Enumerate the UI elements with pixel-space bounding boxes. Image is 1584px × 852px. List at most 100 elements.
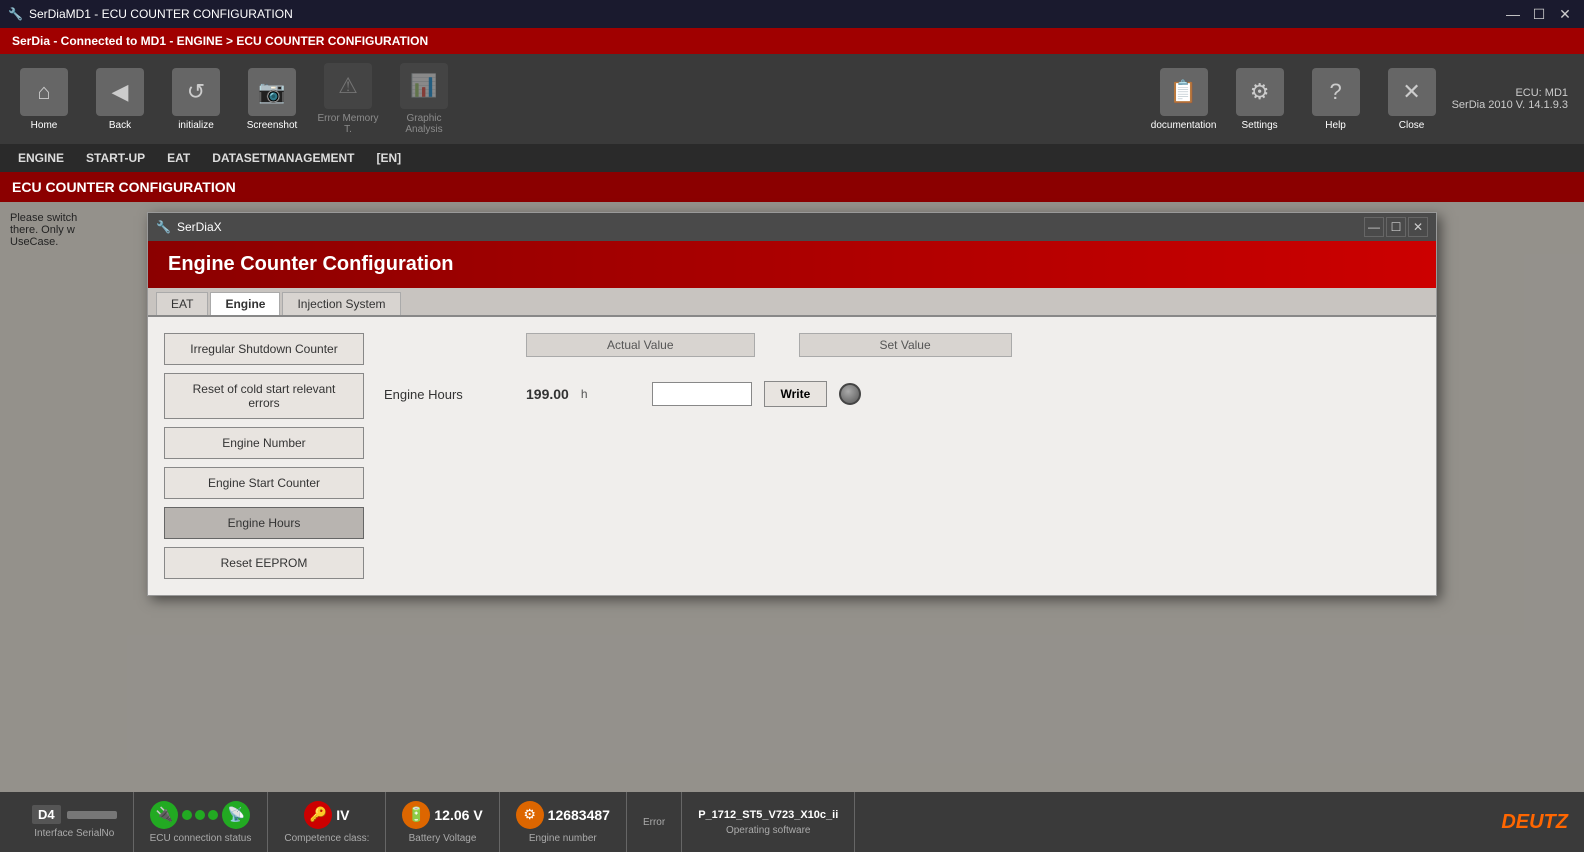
tab-engine[interactable]: Engine <box>210 292 280 315</box>
modal-controls[interactable]: — ☐ ✕ <box>1364 217 1428 237</box>
settings-label: Settings <box>1242 120 1278 131</box>
modal-titlebar: 🔧 SerDiaX — ☐ ✕ <box>148 213 1436 241</box>
battery-icons: 🔋 12.06 V <box>402 801 482 829</box>
menu-en[interactable]: [EN] <box>366 147 411 169</box>
connection-dots <box>182 810 218 820</box>
documentation-icon: 📋 <box>1160 68 1208 116</box>
engine-number-section: ⚙ 12683487 Engine number <box>500 792 627 852</box>
btn-engine-hours[interactable]: Engine Hours <box>164 507 364 539</box>
write-button[interactable]: Write <box>764 381 828 407</box>
app-icon: 🔧 <box>8 7 23 21</box>
connection-text: SerDia - Connected to MD1 - ENGINE > ECU… <box>12 34 428 48</box>
home-label: Home <box>31 120 58 131</box>
error-section: Error <box>627 792 682 852</box>
tab-injection-system[interactable]: Injection System <box>282 292 400 315</box>
back-button[interactable]: ◀ Back <box>84 59 156 139</box>
help-label: Help <box>1325 120 1346 131</box>
screenshot-button[interactable]: 📷 Screenshot <box>236 59 308 139</box>
competence-icon: 🔑 <box>304 801 332 829</box>
content-header-row: Actual Value Set Value <box>384 333 1400 365</box>
ecu-connection-icons: 🔌 📡 <box>150 801 250 829</box>
graphic-analysis-button: 📊 Graphic Analysis <box>388 59 460 139</box>
maximize-button[interactable]: ☐ <box>1528 3 1550 25</box>
menu-datasetmanagement[interactable]: DATASETMANAGEMENT <box>202 147 364 169</box>
serial-no-label: Interface SerialNo <box>34 828 114 839</box>
modal-app-icon: 🔧 <box>156 220 171 234</box>
menu-bar: ENGINE START-UP EAT DATASETMANAGEMENT [E… <box>0 144 1584 172</box>
menu-eat[interactable]: EAT <box>157 147 200 169</box>
menu-startup[interactable]: START-UP <box>76 147 155 169</box>
engine-hours-value: 199.00 <box>526 386 569 402</box>
battery-section: 🔋 12.06 V Battery Voltage <box>386 792 499 852</box>
modal-title: SerDiaX <box>177 220 222 234</box>
ecu-connection-section: 🔌 📡 ECU connection status <box>134 792 269 852</box>
error-memory-label: Error Memory T. <box>316 113 380 135</box>
back-label: Back <box>109 120 131 131</box>
btn-reset-eeprom[interactable]: Reset EEPROM <box>164 547 364 579</box>
title-bar: 🔧 SerDiaMD1 - ECU COUNTER CONFIGURATION … <box>0 0 1584 28</box>
initialize-label: initialize <box>178 120 214 131</box>
engine-hours-label: Engine Hours <box>384 387 514 402</box>
settings-button[interactable]: ⚙ Settings <box>1224 59 1296 139</box>
content-area: Actual Value Set Value Engine Hours 199.… <box>364 333 1420 579</box>
window-controls[interactable]: — ☐ ✕ <box>1502 3 1576 25</box>
main-content: Please switch there. Only w UseCase. 🔧 S… <box>0 202 1584 792</box>
close-button[interactable]: ✕ <box>1554 3 1576 25</box>
modal-header-title: Engine Counter Configuration <box>168 253 454 275</box>
competence-label: Competence class: <box>284 833 369 844</box>
engine-number-value: 12683487 <box>548 807 610 823</box>
operating-software-section: P_1712_ST5_V723_X10c_ii Operating softwa… <box>682 792 855 852</box>
toolbar: ⌂ Home ◀ Back ↺ initialize 📷 Screenshot … <box>0 54 1584 144</box>
back-icon: ◀ <box>96 68 144 116</box>
connection-icon-1: 🔌 <box>150 801 178 829</box>
modal-overlay: 🔧 SerDiaX — ☐ ✕ Engine Counter Configura… <box>0 202 1584 792</box>
title-left: 🔧 SerDiaMD1 - ECU COUNTER CONFIGURATION <box>8 7 293 21</box>
status-indicator <box>839 383 861 405</box>
initialize-icon: ↺ <box>172 68 220 116</box>
initialize-button[interactable]: ↺ initialize <box>160 59 232 139</box>
home-icon: ⌂ <box>20 68 68 116</box>
engine-number-icons: ⚙ 12683487 <box>516 801 610 829</box>
minimize-button[interactable]: — <box>1502 3 1524 25</box>
battery-value: 12.06 V <box>434 807 482 823</box>
deutz-logo: DEUTZ <box>1501 811 1568 834</box>
menu-engine[interactable]: ENGINE <box>8 147 74 169</box>
set-value-header: Set Value <box>799 333 1012 357</box>
actual-value-header: Actual Value <box>526 333 755 357</box>
competence-icons: 🔑 IV <box>304 801 349 829</box>
help-icon: ? <box>1312 68 1360 116</box>
engine-number-icon: ⚙ <box>516 801 544 829</box>
btn-engine-number[interactable]: Engine Number <box>164 427 364 459</box>
ecu-info: ECU: MD1 SerDia 2010 V. 14.1.9.3 <box>1452 87 1568 111</box>
engine-hours-row: Engine Hours 199.00 h Write <box>384 381 1400 407</box>
btn-engine-start[interactable]: Engine Start Counter <box>164 467 364 499</box>
modal-window: 🔧 SerDiaX — ☐ ✕ Engine Counter Configura… <box>147 212 1437 596</box>
set-value-input[interactable] <box>652 382 752 406</box>
bottom-status-bar: D4 Interface SerialNo 🔌 📡 ECU connection… <box>0 792 1584 852</box>
modal-minimize-button[interactable]: — <box>1364 217 1384 237</box>
connection-icon-2: 📡 <box>222 801 250 829</box>
serial-no-bar <box>67 811 117 819</box>
modal-maximize-button[interactable]: ☐ <box>1386 217 1406 237</box>
modal-header: Engine Counter Configuration <box>148 241 1436 288</box>
btn-reset-cold-start[interactable]: Reset of cold start relevant errors <box>164 373 364 419</box>
settings-icon: ⚙ <box>1236 68 1284 116</box>
btn-irregular-shutdown[interactable]: Irregular Shutdown Counter <box>164 333 364 365</box>
app-title: SerDiaMD1 - ECU COUNTER CONFIGURATION <box>29 7 293 21</box>
help-button[interactable]: ? Help <box>1300 59 1372 139</box>
ecu-heading-bar: ECU COUNTER CONFIGURATION <box>0 172 1584 202</box>
sidebar-buttons: Irregular Shutdown Counter Reset of cold… <box>164 333 364 579</box>
connection-status-bar: SerDia - Connected to MD1 - ENGINE > ECU… <box>0 28 1584 54</box>
graphic-analysis-icon: 📊 <box>400 63 448 109</box>
home-button[interactable]: ⌂ Home <box>8 59 80 139</box>
tab-eat[interactable]: EAT <box>156 292 208 315</box>
documentation-button[interactable]: 📋 documentation <box>1148 59 1220 139</box>
engine-number-label: Engine number <box>529 833 597 844</box>
error-label: Error <box>643 817 665 828</box>
screenshot-label: Screenshot <box>247 120 298 131</box>
screenshot-icon: 📷 <box>248 68 296 116</box>
modal-close-button[interactable]: ✕ <box>1408 217 1428 237</box>
modal-tabs[interactable]: EAT Engine Injection System <box>148 288 1436 317</box>
close-toolbar-icon: ✕ <box>1388 68 1436 116</box>
close-toolbar-button[interactable]: ✕ Close <box>1376 59 1448 139</box>
